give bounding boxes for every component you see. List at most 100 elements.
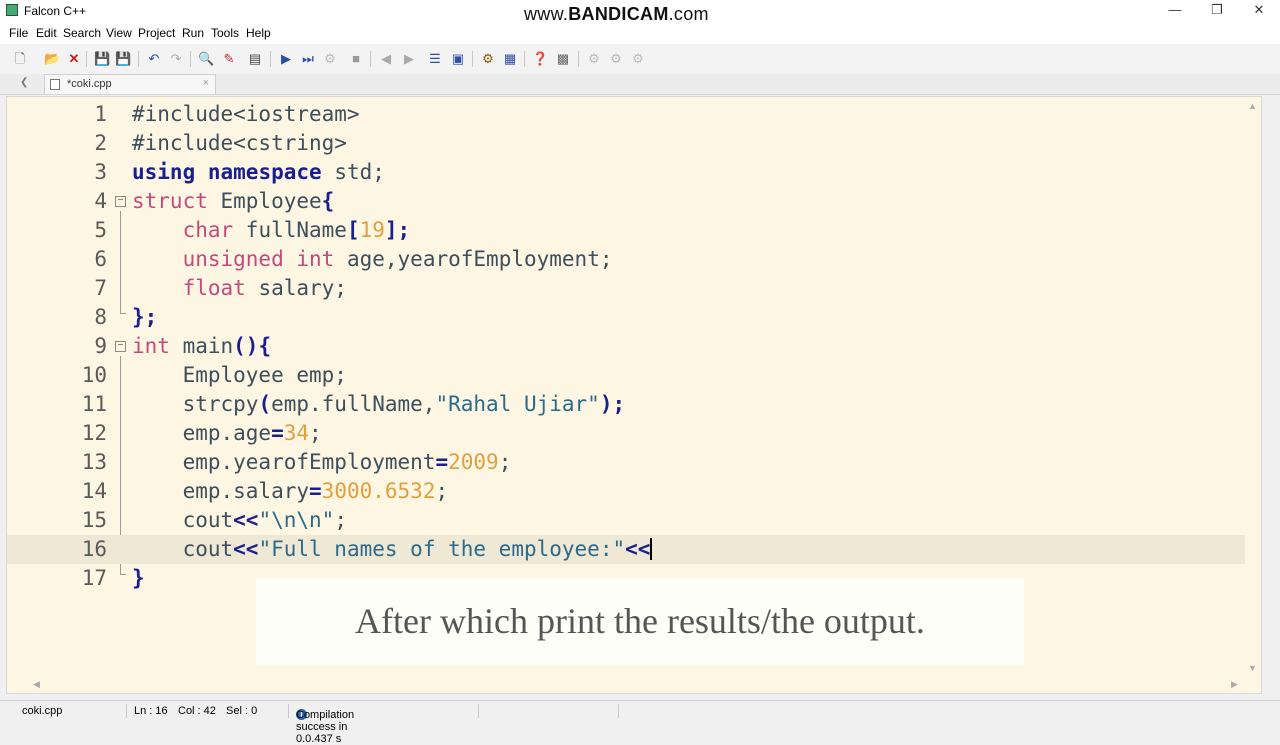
code-text: strcpy(emp.fullName,"Rahal Ujiar");: [132, 390, 626, 419]
redo-icon[interactable]: ↷: [168, 51, 184, 67]
keyword: using: [132, 160, 196, 184]
operator: (: [258, 392, 272, 416]
brace: {: [321, 189, 335, 213]
string-literal: "Full names of the employee:": [258, 537, 626, 561]
operator: <<: [233, 508, 259, 532]
code-line: 14 emp.salary=3000.6532;: [7, 477, 1245, 506]
window-controls: — ❐ ✕: [1154, 0, 1280, 22]
tab-scroll-left-icon[interactable]: ❮: [20, 77, 28, 88]
toolbar-separator: [190, 51, 191, 67]
scroll-down-icon[interactable]: ▼: [1248, 663, 1257, 673]
status-selection: Sel : 0: [226, 705, 258, 717]
replace-icon[interactable]: ✎: [221, 51, 237, 67]
new-file-icon[interactable]: 🗋: [12, 51, 28, 67]
disabled-tool-icon[interactable]: ⚙: [586, 51, 602, 67]
line-number: 1: [94, 102, 107, 126]
step-icon[interactable]: ⏭: [300, 51, 316, 67]
open-folder-icon[interactable]: 📂: [44, 51, 60, 67]
code-text: };: [132, 305, 158, 329]
menu-edit[interactable]: Edit: [36, 26, 57, 40]
compile-icon[interactable]: ⚙: [480, 51, 496, 67]
back-icon[interactable]: ◀: [378, 51, 394, 67]
properties-icon[interactable]: ▣: [450, 51, 466, 67]
minimize-button[interactable]: —: [1154, 0, 1196, 22]
operator: ];: [384, 218, 411, 242]
code-fragment: emp.salary: [182, 479, 310, 503]
list-icon[interactable]: ☰: [427, 51, 443, 67]
code-text: emp.yearofEmployment=2009;: [132, 448, 512, 477]
help-icon[interactable]: ❓: [532, 51, 548, 67]
scroll-right-icon[interactable]: ▶: [1231, 679, 1238, 690]
toolbar-separator: [138, 51, 139, 67]
code-text: unsigned int age,yearofEmployment;: [132, 245, 613, 274]
menu-run[interactable]: Run: [182, 26, 204, 40]
status-separator: [618, 704, 619, 718]
code-fragment: age,yearofEmployment;: [334, 247, 613, 271]
disabled-tool-icon[interactable]: ⚙: [608, 51, 624, 67]
find-icon[interactable]: 🔍: [198, 51, 214, 67]
line-number: 9: [94, 334, 107, 358]
close-window-button[interactable]: ✕: [1238, 0, 1280, 22]
type-keyword: int: [132, 334, 170, 358]
code-line: 10 Employee emp;: [7, 361, 1245, 390]
code-text: char fullName[19];: [132, 216, 411, 245]
code-fragment: fullName: [233, 218, 347, 242]
goto-icon[interactable]: ▤: [247, 51, 263, 67]
status-separator: [478, 704, 479, 718]
tab-close-button[interactable]: ×: [203, 77, 209, 89]
code-line: 3 using namespace std;: [7, 158, 1245, 187]
menu-project[interactable]: Project: [138, 26, 175, 40]
forward-icon[interactable]: ▶: [401, 51, 417, 67]
operator: [: [346, 218, 360, 242]
line-number: 7: [94, 276, 107, 300]
toolbar-separator: [270, 51, 271, 67]
close-icon[interactable]: ✕: [66, 51, 82, 67]
stop-icon[interactable]: ■: [348, 51, 364, 67]
scroll-left-icon[interactable]: ◀: [33, 679, 40, 690]
type-keyword: int: [296, 247, 335, 271]
fold-toggle-icon[interactable]: −: [115, 196, 126, 207]
code-text: using namespace std;: [132, 158, 385, 187]
line-number: 4: [94, 189, 107, 213]
package-icon[interactable]: ▩: [555, 51, 571, 67]
horizontal-scrollbar[interactable]: ◀ ▶: [7, 677, 1245, 693]
code-text: }: [132, 566, 145, 590]
menu-tools[interactable]: Tools: [211, 26, 239, 40]
status-column: Col : 42: [178, 705, 216, 717]
operator: (){: [233, 334, 272, 358]
code-text: struct Employee{: [132, 187, 334, 216]
run-icon[interactable]: ▶: [278, 51, 294, 67]
string-literal: "Rahal Ujiar": [435, 392, 600, 416]
save-all-icon[interactable]: 💾: [115, 51, 131, 67]
code-fragment: ;: [435, 479, 449, 503]
code-fragment: Employee: [207, 189, 322, 213]
scroll-up-icon[interactable]: ▲: [1248, 101, 1257, 111]
number-literal: 2009: [448, 450, 499, 474]
menu-search[interactable]: Search: [63, 26, 101, 40]
tab-coki-cpp[interactable]: *coki.cpp ×: [44, 74, 216, 94]
save-icon[interactable]: 💾: [94, 51, 110, 67]
disabled-tool-icon[interactable]: ⚙: [630, 51, 646, 67]
code-line: 15 cout<<"\n\n";: [7, 506, 1245, 535]
vertical-scrollbar[interactable]: ▲ ▼: [1245, 97, 1261, 693]
undo-icon[interactable]: ↶: [146, 51, 162, 67]
code-text: cout<<"\n\n";: [132, 506, 347, 535]
menu-help[interactable]: Help: [246, 26, 271, 40]
watermark-prefix: www.: [524, 4, 569, 24]
menu-file[interactable]: File: [9, 26, 28, 40]
code-line: 11 strcpy(emp.fullName,"Rahal Ujiar");: [7, 390, 1245, 419]
code-text: cout<<"Full names of the employee:"<<: [132, 535, 653, 564]
code-line: 7 float salary;: [7, 274, 1245, 303]
fold-toggle-icon[interactable]: −: [115, 341, 126, 352]
operator: =: [309, 479, 322, 503]
options-icon[interactable]: ▦: [502, 51, 518, 67]
code-text: #include<iostream>: [132, 102, 360, 126]
restore-button[interactable]: ❐: [1196, 0, 1238, 22]
type-keyword: char: [182, 218, 234, 242]
code-line: 8 };: [7, 303, 1245, 332]
code-fragment: emp.yearofEmployment: [182, 450, 436, 474]
debug-icon[interactable]: ⚙: [322, 51, 338, 67]
menu-view[interactable]: View: [106, 26, 132, 40]
code-line: 13 emp.yearofEmployment=2009;: [7, 448, 1245, 477]
status-bar: coki.cpp Ln : 16 Col : 42 Sel : 0 i Compi…: [0, 700, 1280, 745]
